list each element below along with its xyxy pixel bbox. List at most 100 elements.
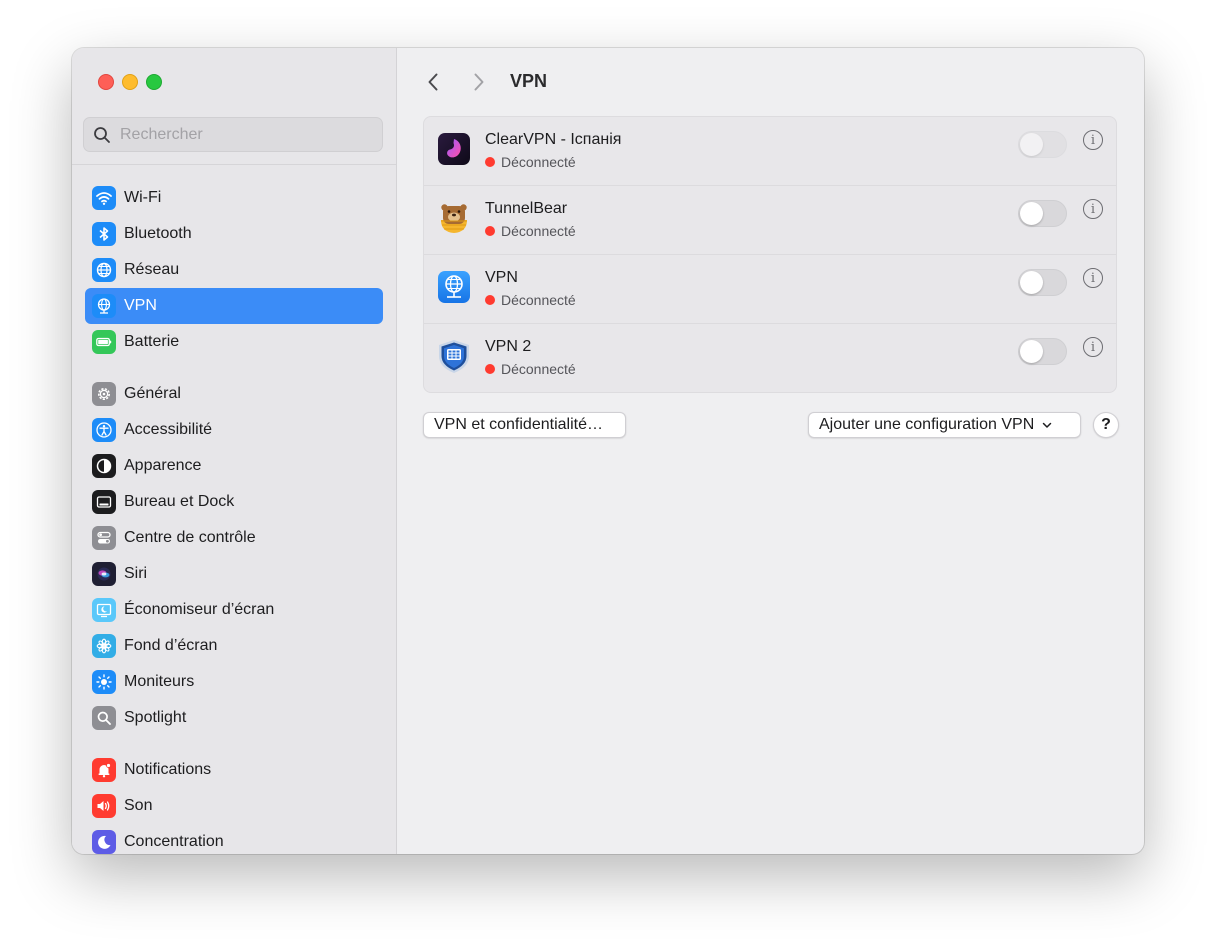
sidebar-item-accessibility[interactable]: Accessibilité [85,412,383,448]
vpn-row-vpn[interactable]: VPN Déconnecté i [424,255,1116,324]
sidebar-item-network[interactable]: Réseau [85,252,383,288]
search-icon [94,126,110,143]
help-button[interactable]: ? [1093,412,1119,438]
chevron-down-icon [1043,422,1052,428]
sidebar-item-desktop-dock[interactable]: Bureau et Dock [85,484,383,520]
control-center-icon [92,526,116,550]
minimize-window-button[interactable] [122,74,138,90]
sidebar-item-label: Wi-Fi [124,189,162,206]
spotlight-icon [92,706,116,730]
vpn-row-clearvpn[interactable]: ClearVPN - Іспанія Déconnecté i [424,117,1116,186]
sidebar-item-label: VPN [124,297,157,314]
info-button[interactable]: i [1083,199,1103,219]
vpn-globe-icon [92,294,116,318]
sidebar-item-sound[interactable]: Son [85,788,383,824]
vpn-name: TunnelBear [485,200,568,217]
sidebar-item-screensaver[interactable]: Économiseur d’écran [85,592,383,628]
sidebar-item-label: Général [124,385,181,402]
sidebar-item-general[interactable]: Général [85,376,383,412]
zoom-window-button[interactable] [146,74,162,90]
sidebar-item-label: Bureau et Dock [124,493,235,510]
globe-icon [92,258,116,282]
sidebar: Wi-Fi Bluetooth Réseau VPN [72,48,397,854]
sidebar-item-notifications[interactable]: Notifications [85,752,383,788]
sidebar-item-label: Moniteurs [124,673,195,690]
sidebar-item-displays[interactable]: Moniteurs [85,664,383,700]
sidebar-nav: Wi-Fi Bluetooth Réseau VPN Batterie Géné… [85,180,383,854]
vpn-list: ClearVPN - Іспанія Déconnecté i TunnelBe… [423,116,1117,393]
accessibility-icon [92,418,116,442]
info-button[interactable]: i [1083,337,1103,357]
sidebar-item-appearance[interactable]: Apparence [85,448,383,484]
search-input[interactable] [118,124,372,145]
vpn-status-text: Déconnecté [501,154,576,170]
battery-icon [92,330,116,354]
sidebar-item-vpn[interactable]: VPN [85,288,383,324]
vpn-toggle[interactable] [1018,131,1067,158]
sidebar-separator [72,164,396,165]
sidebar-item-label: Spotlight [124,709,187,726]
status-dot-icon [485,364,495,374]
dock-icon [92,490,116,514]
sidebar-item-label: Notifications [124,761,212,778]
back-button[interactable] [419,68,447,96]
sidebar-item-wifi[interactable]: Wi-Fi [85,180,383,216]
brightness-icon [92,670,116,694]
vpn-status-text: Déconnecté [501,223,576,239]
sidebar-item-battery[interactable]: Batterie [85,324,383,360]
close-window-button[interactable] [98,74,114,90]
sidebar-item-wallpaper[interactable]: Fond d’écran [85,628,383,664]
vpn-name: VPN 2 [485,338,532,355]
vpn-name: ClearVPN - Іспанія [485,131,622,148]
settings-window: Wi-Fi Bluetooth Réseau VPN [72,48,1144,854]
sidebar-item-focus[interactable]: Concentration [85,824,383,854]
gear-icon [92,382,116,406]
sidebar-item-spotlight[interactable]: Spotlight [85,700,383,736]
toolbar: VPN [397,68,1144,96]
tunnelbear-icon [441,204,467,233]
siri-icon [92,562,116,586]
sidebar-item-siri[interactable]: Siri [85,556,383,592]
window-controls [98,74,162,90]
vpn-globe-icon [438,271,470,303]
sidebar-item-label: Son [124,797,153,814]
vpn-row-tunnelbear[interactable]: TunnelBear Déconnecté i [424,186,1116,255]
forward-button[interactable] [465,68,493,96]
vpn-toggle[interactable] [1018,200,1067,227]
search-field[interactable] [83,117,383,152]
vpn-status: Déconnecté [485,223,576,239]
toggle-knob [1020,202,1043,225]
wallpaper-icon [92,634,116,658]
vpn-toggle[interactable] [1018,338,1067,365]
sidebar-item-bluetooth[interactable]: Bluetooth [85,216,383,252]
info-button[interactable]: i [1083,130,1103,150]
main-pane: VPN ClearVPN - Іспанія Déconnecté i Tunn… [397,48,1144,854]
shield-vpn-icon [439,340,469,373]
appearance-icon [92,454,116,478]
vpn-status: Déconnecté [485,154,576,170]
vpn-toggle[interactable] [1018,269,1067,296]
sidebar-item-label: Apparence [124,457,202,474]
clearvpn-icon [438,133,470,165]
sidebar-item-label: Siri [124,565,148,582]
vpn-row-vpn-2[interactable]: VPN 2 Déconnecté i [424,324,1116,392]
vpn-status-text: Déconnecté [501,292,576,308]
toggle-knob [1020,340,1043,363]
speaker-icon [92,794,116,818]
page-title: VPN [510,71,548,91]
vpn-status-text: Déconnecté [501,361,576,377]
add-vpn-configuration-button[interactable]: Ajouter une configuration VPN [808,412,1081,438]
sidebar-item-label: Centre de contrôle [124,529,256,546]
sidebar-item-label: Batterie [124,333,180,350]
info-button[interactable]: i [1083,268,1103,288]
vpn-privacy-button[interactable]: VPN et confidentialité… [423,412,626,438]
vpn-status: Déconnecté [485,292,576,308]
vpn-name: VPN [485,269,518,286]
sidebar-item-label: Concentration [124,833,224,850]
chevron-right-icon [474,73,484,91]
sidebar-item-label: Économiseur d’écran [124,601,275,618]
sidebar-item-control-center[interactable]: Centre de contrôle [85,520,383,556]
sidebar-item-label: Bluetooth [124,225,192,242]
